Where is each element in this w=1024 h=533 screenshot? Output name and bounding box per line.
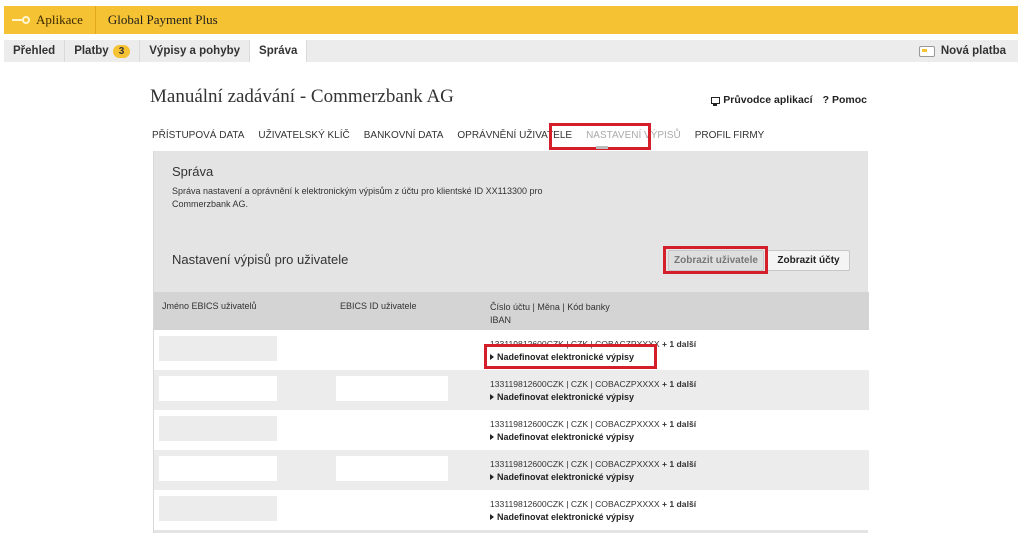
settings-tabs: PŘÍSTUPOVÁ DATA UŽIVATELSKÝ KLÍČ BANKOVN… — [152, 130, 778, 144]
user-name-cell — [159, 416, 277, 441]
account-info: 133119812600CZK | CZK | COBACZPXXXX + 1 … — [490, 419, 696, 429]
header-account-label: Číslo účtu | Měna | Kód banky — [490, 302, 610, 312]
more-accounts[interactable]: + 1 další — [662, 499, 696, 509]
content-panel: Správa Správa nastavení a oprávnění k el… — [153, 151, 869, 533]
account-info: 133119812600CZK | CZK | COBACZPXXXX + 1 … — [490, 499, 696, 509]
nav-overview[interactable]: Přehled — [4, 40, 66, 62]
more-accounts[interactable]: + 1 další — [662, 419, 696, 429]
define-statements-label: Nadefinovat elektronické výpisy — [497, 432, 635, 442]
question-icon: ? — [822, 94, 829, 106]
page-title: Manuální zadávání - Commerzbank AG — [150, 86, 454, 107]
account-number: 133119812600CZK | CZK | COBACZPXXXX — [490, 499, 660, 509]
help-label: Pomoc — [831, 94, 867, 106]
header-user-name: Jméno EBICS uživatelů — [162, 301, 257, 311]
user-name-cell — [159, 456, 277, 481]
nav-statements-label: Výpisy a pohyby — [149, 45, 241, 57]
define-statements-label: Nadefinovat elektronické výpisy — [497, 392, 635, 402]
section-title: Správa — [172, 164, 214, 179]
nav-payments-label: Platby — [74, 45, 109, 57]
nav-statements[interactable]: Výpisy a pohyby — [140, 40, 251, 62]
user-name-cell — [159, 336, 277, 361]
table-header: Jméno EBICS uživatelů EBICS ID uživatele… — [154, 292, 869, 330]
user-name-cell — [159, 376, 277, 401]
nav-payments[interactable]: Platby 3 — [65, 40, 141, 62]
app-guide-link[interactable]: Průvodce aplikací — [711, 94, 813, 106]
define-statements-link[interactable]: Nadefinovat elektronické výpisy — [490, 512, 634, 522]
table-row: 133119812600CZK | CZK | COBACZPXXXX + 1 … — [154, 490, 869, 530]
product-name: Global Payment Plus — [107, 12, 218, 27]
nav-administration[interactable]: Správa — [250, 40, 308, 62]
active-tab-marker — [596, 146, 608, 149]
define-statements-link[interactable]: Nadefinovat elektronické výpisy — [490, 392, 634, 402]
section-description: Správa nastavení a oprávnění k elektroni… — [172, 186, 543, 209]
table-row: 133119812600CZK | CZK | COBACZPXXXX + 1 … — [154, 450, 869, 490]
triangle-right-icon — [490, 474, 494, 480]
new-payment-label: Nová platba — [940, 45, 1006, 57]
triangle-right-icon — [490, 514, 494, 520]
account-number: 133119812600CZK | CZK | COBACZPXXXX — [490, 379, 660, 389]
more-accounts[interactable]: + 1 další — [662, 339, 696, 349]
nav-overview-label: Přehled — [13, 45, 56, 57]
highlight-define-statements-link — [484, 344, 657, 369]
help-links: Průvodce aplikací ? Pomoc — [711, 94, 867, 106]
user-name-cell — [159, 496, 277, 521]
monitor-icon — [711, 96, 721, 106]
tab-company-profile[interactable]: PROFIL FIRMY — [695, 130, 765, 144]
applications-label: Aplikace — [36, 12, 83, 27]
tab-access-data[interactable]: PŘÍSTUPOVÁ DATA — [152, 130, 244, 144]
account-number: 133119812600CZK | CZK | COBACZPXXXX — [490, 459, 660, 469]
triangle-right-icon — [490, 394, 494, 400]
account-info: 133119812600CZK | CZK | COBACZPXXXX + 1 … — [490, 379, 696, 389]
user-id-cell — [336, 376, 448, 401]
payments-count-badge: 3 — [112, 44, 131, 58]
table-row: 133119812600CZK | CZK | COBACZPXXXX + 1 … — [154, 370, 869, 410]
define-statements-link[interactable]: Nadefinovat elektronické výpisy — [490, 432, 634, 442]
more-accounts[interactable]: + 1 další — [662, 459, 696, 469]
nav-administration-label: Správa — [259, 45, 298, 57]
header-account: Číslo účtu | Měna | Kód banky IBAN — [490, 301, 610, 327]
define-statements-label: Nadefinovat elektronické výpisy — [497, 472, 635, 482]
triangle-right-icon — [490, 434, 494, 440]
show-accounts-button[interactable]: Zobrazit účty — [767, 250, 850, 271]
define-statements-label: Nadefinovat elektronické výpisy — [497, 512, 635, 522]
account-number: 133119812600CZK | CZK | COBACZPXXXX — [490, 419, 660, 429]
help-link[interactable]: ? Pomoc — [823, 94, 867, 106]
more-accounts[interactable]: + 1 další — [662, 379, 696, 389]
highlight-show-users-button — [663, 246, 768, 274]
subsection-title: Nastavení výpisů pro uživatele — [172, 252, 349, 267]
user-id-cell — [336, 456, 448, 481]
key-icon — [12, 15, 32, 25]
main-navigation: Přehled Platby 3 Výpisy a pohyby Správa N… — [4, 40, 1018, 62]
card-icon — [918, 45, 935, 57]
tab-user-key[interactable]: UŽIVATELSKÝ KLÍČ — [258, 130, 349, 144]
define-statements-link[interactable]: Nadefinovat elektronické výpisy — [490, 472, 634, 482]
header-iban-label: IBAN — [490, 315, 512, 325]
new-payment-button[interactable]: Nová platba — [918, 40, 1018, 62]
applications-menu-button[interactable]: Aplikace — [4, 6, 95, 34]
tab-bank-data[interactable]: BANKOVNÍ DATA — [364, 130, 444, 144]
table-row: 133119812600CZK | CZK | COBACZPXXXX + 1 … — [154, 410, 869, 450]
header-user-id: EBICS ID uživatele — [340, 301, 417, 311]
top-bar: Aplikace Global Payment Plus — [4, 6, 1018, 34]
account-info: 133119812600CZK | CZK | COBACZPXXXX + 1 … — [490, 459, 696, 469]
app-guide-label: Průvodce aplikací — [723, 94, 813, 106]
